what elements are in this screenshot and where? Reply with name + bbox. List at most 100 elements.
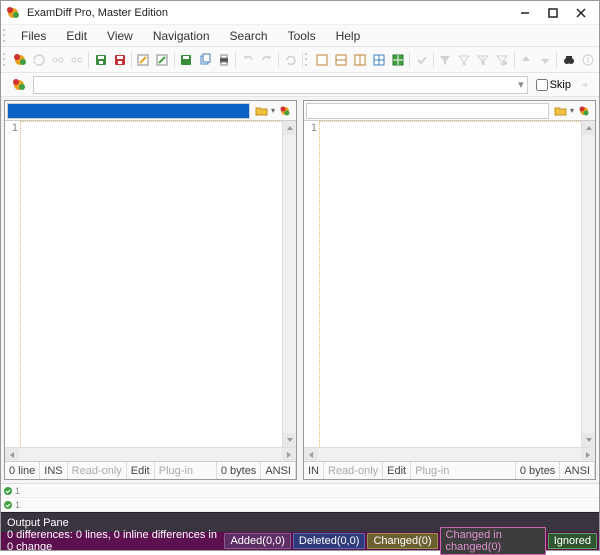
pane-horiz-icon[interactable] <box>332 50 351 70</box>
menu-tools[interactable]: Tools <box>278 26 326 46</box>
maximize-button[interactable] <box>539 3 567 23</box>
skip-label: Skip <box>550 79 571 91</box>
filter2-icon[interactable] <box>455 50 474 70</box>
print-icon[interactable] <box>215 50 234 70</box>
scroll-left-icon[interactable] <box>304 448 318 461</box>
left-ins: INS <box>40 462 67 479</box>
svg-text:i: i <box>586 54 588 66</box>
save-icon[interactable] <box>91 50 110 70</box>
status-bar: 0 differences: 0 lines, 0 inline differe… <box>1 532 599 550</box>
dropdown-icon[interactable]: ▾ <box>570 106 574 115</box>
status-ignored[interactable]: Ignored <box>548 533 597 549</box>
scroll-down-icon[interactable] <box>283 433 296 447</box>
scroll-right-icon[interactable] <box>581 448 595 461</box>
save-red-icon[interactable] <box>110 50 129 70</box>
pane-vert-icon[interactable] <box>350 50 369 70</box>
folder-open-icon[interactable] <box>253 103 271 119</box>
status-added[interactable]: Added(0,0) <box>224 533 290 549</box>
left-textarea[interactable] <box>21 121 282 447</box>
minimize-button[interactable] <box>511 3 539 23</box>
go-icon[interactable] <box>575 75 595 95</box>
left-readonly: Read-only <box>68 462 127 479</box>
left-gutter: 1 <box>5 121 21 447</box>
menu-navigation[interactable]: Navigation <box>143 26 220 46</box>
menubar: Files Edit View Navigation Search Tools … <box>1 25 599 47</box>
edit-icon[interactable] <box>134 50 153 70</box>
left-scrollbar-v[interactable] <box>282 121 296 447</box>
menu-files[interactable]: Files <box>11 26 56 46</box>
pane-single-icon[interactable] <box>313 50 332 70</box>
sync-icon <box>3 500 13 510</box>
filter3-icon[interactable] <box>474 50 493 70</box>
left-edit[interactable]: Edit <box>127 462 155 479</box>
map-row-label: 1 <box>15 500 20 510</box>
compare-small3-icon[interactable] <box>575 103 593 119</box>
folder-open-icon[interactable] <box>552 103 570 119</box>
scroll-up-icon[interactable] <box>283 121 296 135</box>
undo-icon[interactable] <box>238 50 257 70</box>
left-editor[interactable]: 1 <box>5 121 296 447</box>
scroll-down-icon[interactable] <box>582 433 595 447</box>
address-combo[interactable]: ▾ <box>33 76 528 94</box>
toolbar-main: i <box>1 47 599 73</box>
compare-small-icon[interactable] <box>9 75 29 95</box>
recompare-icon[interactable] <box>30 50 49 70</box>
app-icon <box>5 5 21 21</box>
map-row[interactable]: 1 <box>1 484 599 498</box>
status-changed[interactable]: Changed(0) <box>367 533 437 549</box>
titlebar: ExamDiff Pro, Master Edition <box>1 1 599 25</box>
save2-icon[interactable] <box>177 50 196 70</box>
down-icon[interactable] <box>535 50 554 70</box>
right-edit[interactable]: Edit <box>383 462 411 479</box>
right-pane-header: ▾ <box>304 101 595 121</box>
left-path-input[interactable] <box>7 103 250 119</box>
check-icon[interactable] <box>412 50 431 70</box>
link-icon[interactable] <box>48 50 67 70</box>
pane-quad-icon[interactable] <box>369 50 388 70</box>
window-title: ExamDiff Pro, Master Edition <box>27 7 511 19</box>
left-scrollbar-h[interactable] <box>5 447 296 461</box>
unlink-icon[interactable] <box>67 50 86 70</box>
info-icon[interactable]: i <box>578 50 597 70</box>
left-lines: 0 line <box>5 462 40 479</box>
right-textarea[interactable] <box>320 121 581 447</box>
filter1-icon[interactable] <box>436 50 455 70</box>
filter4-icon[interactable] <box>493 50 512 70</box>
compare-icon[interactable] <box>11 50 30 70</box>
right-ins: IN <box>304 462 324 479</box>
sync-icon <box>3 486 13 496</box>
edit2-icon[interactable] <box>153 50 172 70</box>
close-button[interactable] <box>567 3 595 23</box>
menu-view[interactable]: View <box>97 26 143 46</box>
status-deleted[interactable]: Deleted(0,0) <box>293 533 366 549</box>
status-summary: 0 differences: 0 lines, 0 inline differe… <box>3 529 222 553</box>
left-status-bar: 0 line INS Read-only Edit Plug-in 0 byte… <box>5 461 296 479</box>
output-pane-title: Output Pane <box>7 517 69 529</box>
scroll-left-icon[interactable] <box>5 448 19 461</box>
binoculars-icon[interactable] <box>559 50 578 70</box>
refresh-icon[interactable] <box>281 50 300 70</box>
menu-search[interactable]: Search <box>220 26 278 46</box>
left-enc: ANSI <box>261 462 296 479</box>
right-enc: ANSI <box>560 462 595 479</box>
scroll-right-icon[interactable] <box>282 448 296 461</box>
copy-icon[interactable] <box>196 50 215 70</box>
map-row[interactable]: 1 <box>1 498 599 512</box>
menu-help[interactable]: Help <box>326 26 371 46</box>
right-scrollbar-h[interactable] <box>304 447 595 461</box>
dropdown-icon[interactable]: ▾ <box>271 106 275 115</box>
skip-checkbox[interactable] <box>536 79 548 91</box>
compare-small2-icon[interactable] <box>276 103 294 119</box>
right-scrollbar-v[interactable] <box>581 121 595 447</box>
right-plugin: Plug-in <box>411 462 516 479</box>
left-pane-header: ▾ <box>5 101 296 121</box>
scroll-up-icon[interactable] <box>582 121 595 135</box>
right-bytes: 0 bytes <box>516 462 560 479</box>
right-path-input[interactable] <box>306 103 549 119</box>
right-editor[interactable]: 1 <box>304 121 595 447</box>
up-icon[interactable] <box>517 50 536 70</box>
redo-icon[interactable] <box>257 50 276 70</box>
menu-edit[interactable]: Edit <box>56 26 97 46</box>
pane-green-icon[interactable] <box>388 50 407 70</box>
right-pane: ▾ 1 IN Read-only Edit Plug-in 0 bytes AN… <box>303 100 596 480</box>
